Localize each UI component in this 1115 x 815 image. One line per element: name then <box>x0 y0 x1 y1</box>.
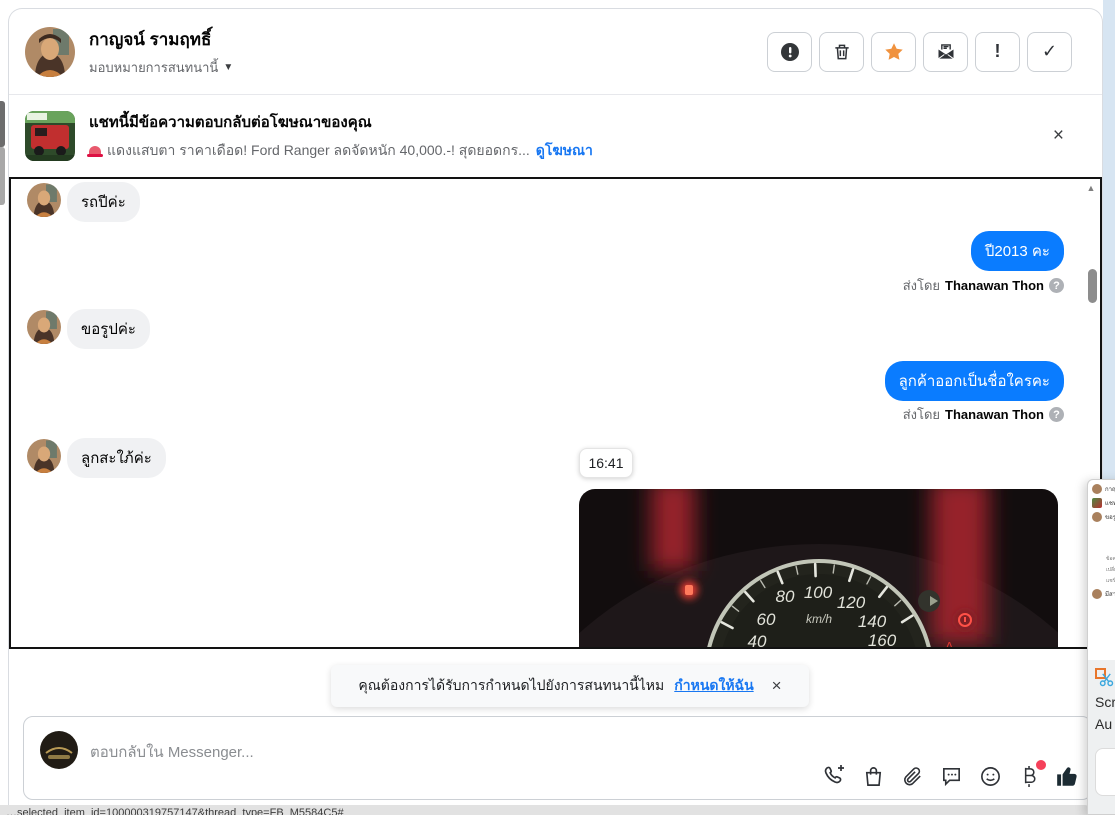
sent-by-attribution: ส่งโดย Thanawan Thon ? <box>903 404 1064 425</box>
assign-to-me-link[interactable]: กำหนดให้ฉัน <box>674 675 753 697</box>
svg-text:60: 60 <box>757 610 776 629</box>
notification-badge <box>1036 760 1046 770</box>
left-edge-scrollbar-fragment <box>0 147 5 205</box>
svg-text:140: 140 <box>858 612 887 631</box>
screenshot-tool-panel[interactable]: กาญจน์ รา… แชทนี้มีข้อ… ขอรูปค่ะ… ข้อควา… <box>1087 479 1115 815</box>
trash-icon <box>832 42 852 62</box>
toast-close-icon[interactable]: × <box>772 676 782 696</box>
follow-up-button[interactable] <box>871 31 916 72</box>
report-icon <box>780 42 800 62</box>
svg-text:100: 100 <box>804 583 833 602</box>
commerce-bag-icon[interactable] <box>860 763 886 789</box>
mini-avatar <box>1092 484 1102 494</box>
attachment-paperclip-icon[interactable] <box>899 763 925 789</box>
star-icon <box>883 41 905 63</box>
saved-replies-icon[interactable] <box>938 763 964 789</box>
preview-row: กาญจน์ รา… <box>1092 484 1115 494</box>
help-icon[interactable]: ? <box>1049 278 1064 293</box>
svg-text:160: 160 <box>868 631 897 647</box>
chevron-down-icon: ▼ <box>223 61 234 73</box>
agent-name: Thanawan Thon <box>945 278 1044 293</box>
call-icon[interactable] <box>821 763 847 789</box>
message-bubble[interactable]: ลูกค้าออกเป็นชื่อใครคะ <box>884 361 1064 401</box>
reply-input[interactable]: ตอบกลับใน Messenger... <box>90 740 254 764</box>
ad-banner-close-icon[interactable]: × <box>1053 125 1064 147</box>
scrollbar-up-arrow[interactable]: ▲ <box>1085 183 1097 193</box>
svg-text:120: 120 <box>837 593 866 612</box>
message-bubble[interactable]: รถปีค่ะ <box>67 182 140 222</box>
reply-composer[interactable]: ตอบกลับใน Messenger... <box>23 716 1092 800</box>
delete-button[interactable] <box>819 31 864 72</box>
emoji-icon[interactable] <box>977 763 1003 789</box>
mini-ad-thumb <box>1092 498 1102 508</box>
browser-status-bar: …selected_item_id=100000319757147&thread… <box>0 805 1090 815</box>
mark-unread-envelope-icon <box>936 42 956 62</box>
tool-input-box[interactable] <box>1095 748 1115 796</box>
assign-conversation-dropdown[interactable]: มอบหมายการสนทนานี้ ▼ <box>89 57 233 78</box>
preview-row: มีสา… <box>1092 589 1115 599</box>
mini-avatar <box>1092 589 1102 599</box>
flag-button[interactable]: ! <box>975 31 1020 72</box>
message-bubble[interactable]: ขอรูปค่ะ <box>67 309 150 349</box>
agent-name: Thanawan Thon <box>945 407 1044 422</box>
mark-done-button[interactable]: ✓ <box>1027 31 1072 72</box>
check-icon: ✓ <box>1041 41 1058 61</box>
view-ad-link[interactable]: ดูโฆษณา <box>536 140 593 162</box>
ad-snippet: แดงแสบตา ราคาเดือด! Ford Ranger ลดจัดหนั… <box>107 142 530 158</box>
ad-reply-banner: แชทนี้มีข้อความตอบกลับต่อโฆษณาของคุณ แดง… <box>9 96 1102 176</box>
conversation-card: กาญจน์ รามฤทธิ์ มอบหมายการสนทนานี้ ▼ ! ✓… <box>8 8 1103 815</box>
svg-text:40: 40 <box>748 632 767 647</box>
contact-avatar <box>27 183 61 217</box>
message-thread: รถปีค่ะ ปี2013 คะ ส่งโดย Thanawan Thon ? … <box>9 177 1102 649</box>
mark-unread-button[interactable] <box>923 31 968 72</box>
svg-text:A: A <box>945 639 954 647</box>
conversation-header: กาญจน์ รามฤทธิ์ มอบหมายการสนทนานี้ ▼ ! ✓ <box>9 9 1102 95</box>
help-icon[interactable]: ? <box>1049 407 1064 422</box>
composer-toolbar <box>821 760 1081 789</box>
mini-avatar <box>1092 512 1102 522</box>
tool-label: Scr <box>1095 694 1115 710</box>
left-edge-scrollbar-fragment <box>0 101 5 147</box>
message-timestamp-tooltip: 16:41 <box>579 448 633 478</box>
contact-avatar <box>25 26 75 77</box>
svg-text:80: 80 <box>776 587 795 606</box>
police-car-light-icon <box>87 145 103 157</box>
message-image-dashboard-photo[interactable]: 40 60 80 100 120 140 160 km/h A <box>579 489 1058 647</box>
sent-by-attribution: ส่งโดย Thanawan Thon ? <box>903 275 1064 296</box>
ad-banner-title: แชทนี้มีข้อความตอบกลับต่อโฆษณาของคุณ <box>89 114 372 131</box>
snip-tool-section: Scr Au <box>1088 660 1115 814</box>
message-bubble[interactable]: ปี2013 คะ <box>970 231 1064 271</box>
contact-avatar <box>27 439 61 473</box>
report-button[interactable] <box>767 31 812 72</box>
header-action-toolbar: ! ✓ <box>767 31 1086 72</box>
ad-thumbnail[interactable] <box>25 111 75 161</box>
preview-row: แชทนี้มีข้อ… <box>1092 498 1115 508</box>
contact-name: กาญจน์ รามฤทธิ์ <box>89 29 212 49</box>
message-bubble[interactable]: ลูกสะใภ้ค่ะ <box>67 438 166 478</box>
svg-text:km/h: km/h <box>806 612 832 626</box>
like-thumb-icon[interactable] <box>1055 763 1081 789</box>
contact-avatar <box>27 310 61 344</box>
tool-label: Au <box>1095 716 1113 732</box>
scrollbar-thumb[interactable] <box>1088 269 1097 303</box>
page-avatar <box>40 731 78 769</box>
assign-question: คุณต้องการได้รับการกำหนดไปยังการสนทนานี้… <box>358 677 665 693</box>
assign-toast: คุณต้องการได้รับการกำหนดไปยังการสนทนานี้… <box>331 665 809 707</box>
exclamation-icon: ! <box>994 41 1001 61</box>
preview-row: ขอรูปค่ะ… <box>1092 512 1115 522</box>
payment-baht-icon[interactable] <box>1016 760 1046 789</box>
